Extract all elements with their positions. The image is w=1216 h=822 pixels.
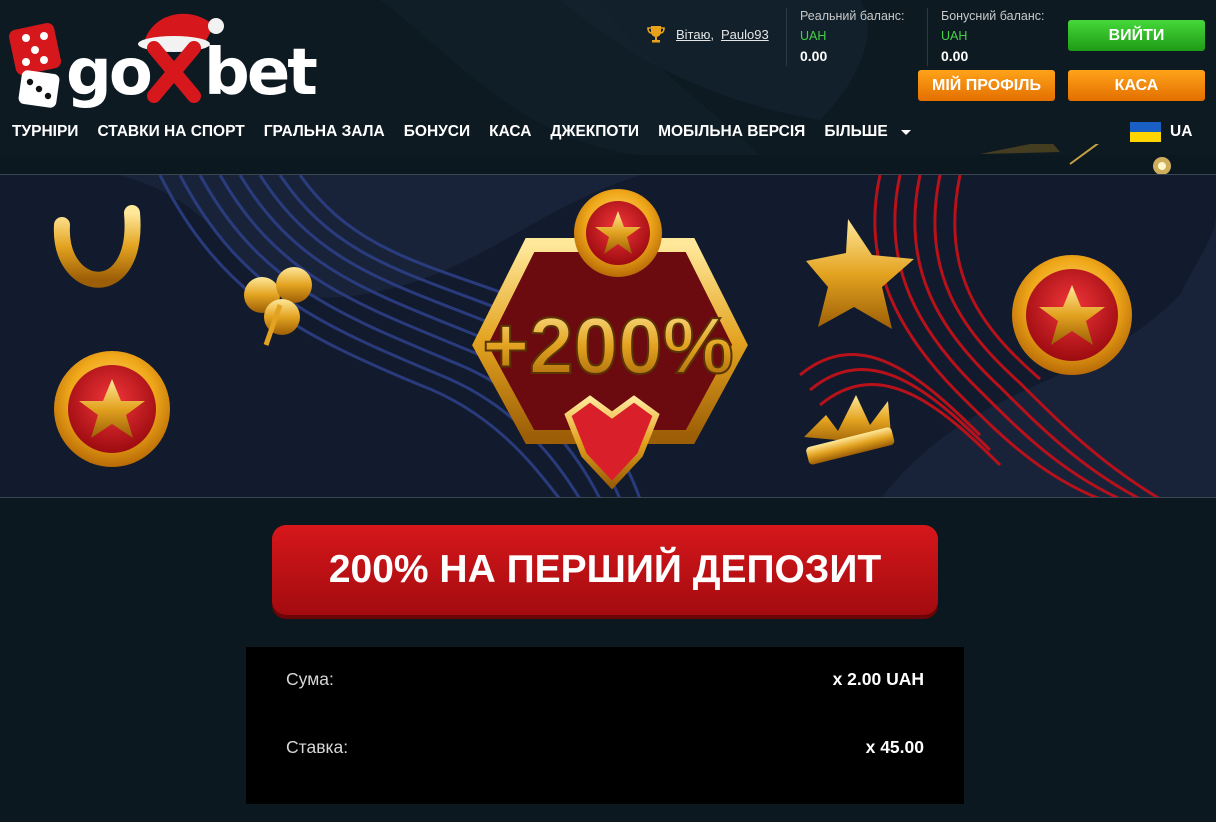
decorative-sparks [980,144,1171,174]
promo-banner: +200% [0,174,1216,498]
chevron-down-icon[interactable] [899,125,913,139]
language-code: UA [1170,123,1193,140]
goxbet-logo[interactable]: goxbet go bet [4,4,334,109]
nav-more[interactable]: БІЛЬШЕ [824,123,887,141]
nav-jackpots[interactable]: ДЖЕКПОТИ [550,123,639,141]
nav-sports-betting[interactable]: СТАВКИ НА СПОРТ [97,123,244,141]
star-coin-right-icon [1012,255,1132,375]
language-selector[interactable]: UA [1130,122,1192,142]
bonus-details-table: Сума: x 2.00 UAH Ставка: x 45.00 [246,647,964,804]
nav-bonuses[interactable]: БОНУСИ [404,123,470,141]
username-link[interactable]: Paulo93 [721,27,769,42]
svg-text:go: go [66,36,151,109]
balance-divider [927,8,928,66]
nav-tournaments[interactable]: ТУРНІРИ [12,123,78,141]
user-greeting: Вітаю, Paulo93 [646,24,769,44]
detail-row: Ставка: x 45.00 [286,737,924,758]
detail-value: x 45.00 [865,737,924,757]
bonus-balance-label: Бонусний баланс: [941,9,1045,23]
star-coin-left-icon [54,351,170,467]
detail-label: Ставка: [286,737,349,757]
real-balance-value: 0.00 [800,48,828,64]
nav-mobile-version[interactable]: МОБІЛЬНА ВЕРСІЯ [658,123,805,141]
bonus-balance: Бонусний баланс: UAH 0.00 [941,8,1044,63]
badge-percent-text: +200% [482,301,733,390]
promo-title: 200% НА ПЕРШИЙ ДЕПОЗИТ [272,525,938,615]
main-nav: ТУРНІРИ СТАВКИ НА СПОРТ ГРАЛЬНА ЗАЛА БОН… [12,123,913,141]
real-balance-currency: UAH [800,28,827,43]
bonus-balance-value: 0.00 [941,48,969,64]
balance-divider [786,8,787,66]
greeting-link[interactable]: Вітаю, [676,27,714,42]
detail-row: Сума: x 2.00 UAH [286,669,924,690]
bonus-balance-currency: UAH [941,28,968,43]
trophy-icon[interactable] [646,24,666,44]
svg-text:bet: bet [204,36,317,109]
detail-value: x 2.00 UAH [832,669,924,689]
real-balance-label: Реальний баланс: [800,9,905,23]
site-header: goxbet go bet Вітаю, Paulo93 Реальний ба… [0,0,1216,155]
cashier-button[interactable]: КАСА [1068,70,1205,101]
real-balance: Реальний баланс: UAH 0.00 [800,8,905,63]
nav-casino-hall[interactable]: ГРАЛЬНА ЗАЛА [264,123,385,141]
detail-label: Сума: [286,669,334,689]
banner-artwork: +200% [0,175,1216,497]
ukraine-flag-icon [1130,122,1161,142]
logout-button[interactable]: ВИЙТИ [1068,20,1205,51]
nav-cashier[interactable]: КАСА [489,123,531,141]
my-profile-button[interactable]: МІЙ ПРОФІЛЬ [918,70,1055,101]
brand-wordmark-graphic: go bet [66,36,320,109]
